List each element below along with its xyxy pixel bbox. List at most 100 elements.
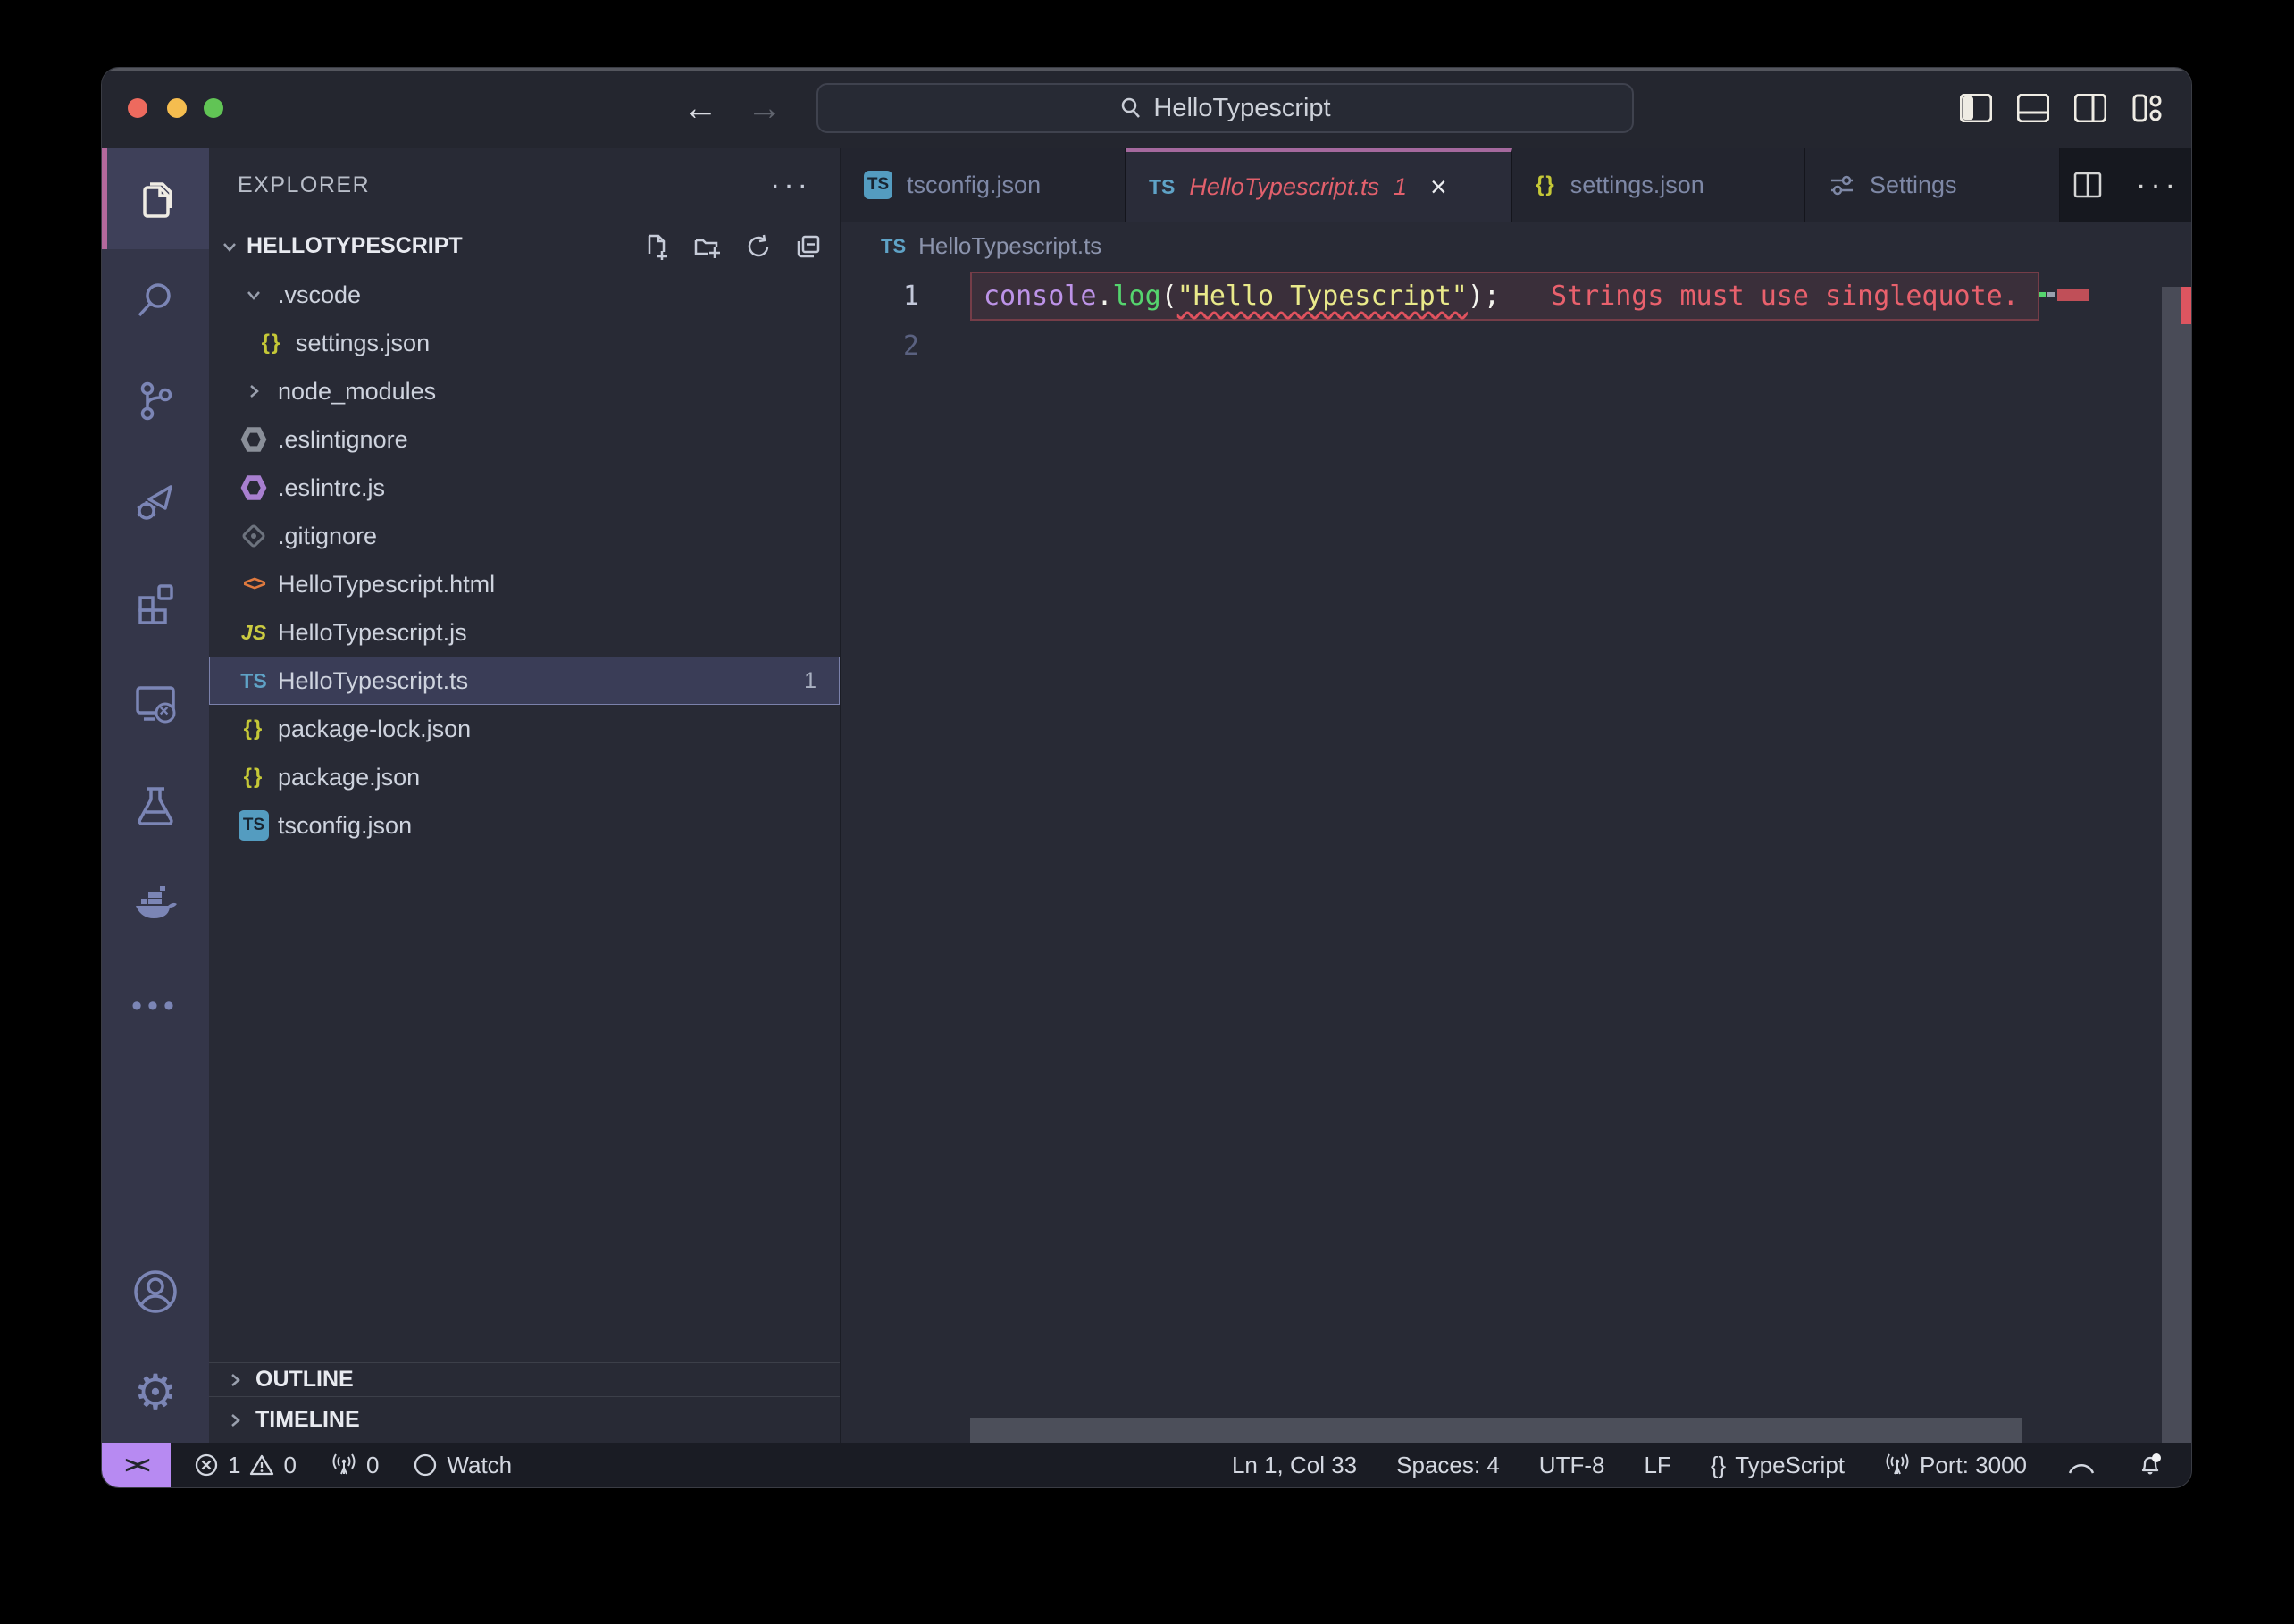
encoding[interactable]: UTF-8 xyxy=(1539,1452,1605,1479)
timeline-label: TIMELINE xyxy=(255,1407,360,1433)
remote-indicator-button[interactable]: >< xyxy=(102,1443,171,1487)
sidebar-title: EXPLORER xyxy=(238,172,370,198)
collapse-all-icon[interactable] xyxy=(795,233,822,260)
account-icon xyxy=(131,1268,180,1316)
code-editor[interactable]: 1 console.log("Hello Typescript");String… xyxy=(841,271,2191,1443)
tree-item-hellotypescript-ts[interactable]: TS HelloTypescript.ts 1 xyxy=(209,657,840,705)
workspace-section-header[interactable]: HELLOTYPESCRIPT xyxy=(209,222,840,271)
port-label: Port: 3000 xyxy=(1920,1452,2027,1479)
close-window-button[interactable] xyxy=(128,98,147,118)
tree-item-vscode-folder[interactable]: .vscode xyxy=(209,271,840,319)
split-editor-icon[interactable] xyxy=(2072,169,2104,201)
remote-explorer-icon xyxy=(131,680,180,728)
indentation[interactable]: Spaces: 4 xyxy=(1396,1452,1500,1479)
line-number-2: 2 xyxy=(841,331,919,362)
sync-arc-icon[interactable] xyxy=(2066,1453,2097,1477)
file-name: HelloTypescript.js xyxy=(278,619,467,647)
file-name: .gitignore xyxy=(278,523,377,550)
file-name: package.json xyxy=(278,764,420,791)
port-indicator[interactable]: Port: 3000 xyxy=(1884,1452,2027,1479)
toggle-primary-sidebar-icon[interactable] xyxy=(1960,94,1992,122)
html-icon: <> xyxy=(239,572,269,597)
tree-item-package-lock-json[interactable]: {} package-lock.json xyxy=(209,705,840,753)
watch-label: Watch xyxy=(447,1452,512,1479)
activity-run-debug[interactable] xyxy=(102,451,209,552)
token-log: log xyxy=(1113,280,1161,312)
toggle-secondary-sidebar-icon[interactable] xyxy=(2074,94,2106,122)
run-debug-icon xyxy=(131,478,180,526)
language-mode[interactable]: {} TypeScript xyxy=(1711,1452,1845,1479)
json-icon: {} xyxy=(239,765,269,790)
warning-count: 0 xyxy=(283,1452,296,1479)
overview-error-mark xyxy=(2181,287,2191,324)
explorer-more-actions[interactable]: ··· xyxy=(770,168,811,203)
chevron-down-icon xyxy=(220,237,239,256)
notifications-bell-icon[interactable] xyxy=(2136,1451,2164,1479)
timeline-section-header[interactable]: TIMELINE xyxy=(209,1396,840,1443)
breadcrumb[interactable]: TS HelloTypescript.ts xyxy=(841,222,2191,271)
activity-search[interactable] xyxy=(102,249,209,350)
eslint-icon xyxy=(240,474,267,501)
watch-indicator[interactable]: Watch xyxy=(413,1452,512,1479)
outline-section-header[interactable]: OUTLINE xyxy=(209,1362,840,1396)
file-name: .eslintrc.js xyxy=(278,474,385,502)
tab-hellotypescript-ts[interactable]: TS HelloTypescript.ts 1 × xyxy=(1126,148,1512,222)
tab-settings-json[interactable]: {} settings.json xyxy=(1512,148,1805,222)
explorer-sidebar: EXPLORER ··· HELLOTYPESCRIPT xyxy=(209,148,841,1443)
broadcast-indicator[interactable]: 0 xyxy=(331,1452,379,1479)
outline-label: OUTLINE xyxy=(255,1367,354,1393)
tree-item-hellotypescript-html[interactable]: <> HelloTypescript.html xyxy=(209,560,840,608)
file-tree: .vscode {} settings.json node_modules .e… xyxy=(209,271,840,1362)
activity-docker[interactable] xyxy=(102,855,209,956)
tree-item-package-json[interactable]: {} package.json xyxy=(209,753,840,801)
activity-source-control[interactable] xyxy=(102,350,209,451)
editor-group: TS tsconfig.json TS HelloTypescript.ts 1… xyxy=(841,148,2191,1443)
tree-item-settings-json[interactable]: {} settings.json xyxy=(209,319,840,367)
activity-more[interactable]: ••• xyxy=(102,956,209,1057)
tree-item-node-modules[interactable]: node_modules xyxy=(209,367,840,415)
refresh-icon[interactable] xyxy=(745,233,772,260)
settings-gear-button[interactable]: ⚙ xyxy=(102,1342,209,1443)
chevron-right-icon xyxy=(225,1370,245,1390)
command-center-search[interactable]: HelloTypescript xyxy=(816,83,1634,133)
json-icon: {} xyxy=(256,331,287,356)
navigate-forward-icon[interactable]: → xyxy=(747,68,783,148)
activity-remote-explorer[interactable] xyxy=(102,653,209,754)
tab-tsconfig-json[interactable]: TS tsconfig.json xyxy=(841,148,1126,222)
json-icon: {} xyxy=(1536,172,1556,197)
tree-item-eslintrc[interactable]: .eslintrc.js xyxy=(209,464,840,512)
tree-item-hellotypescript-js[interactable]: JS HelloTypescript.js xyxy=(209,608,840,657)
problems-indicator[interactable]: 1 0 xyxy=(194,1452,297,1479)
inline-error-message: Strings must use singlequote. xyxy=(1551,280,2019,312)
files-icon xyxy=(132,176,179,222)
tab-settings-ui[interactable]: Settings xyxy=(1805,148,2060,222)
zoom-window-button[interactable] xyxy=(204,98,223,118)
navigate-back-icon[interactable]: ← xyxy=(682,68,718,148)
json-icon: {} xyxy=(239,716,269,741)
cursor-position[interactable]: Ln 1, Col 33 xyxy=(1232,1452,1357,1479)
tree-item-gitignore[interactable]: .gitignore xyxy=(209,512,840,560)
gear-icon: ⚙ xyxy=(134,1369,177,1417)
minimap[interactable] xyxy=(2039,289,2093,301)
more-actions-icon[interactable]: ··· xyxy=(2136,168,2180,203)
eol-sequence[interactable]: LF xyxy=(1644,1452,1670,1479)
minimize-window-button[interactable] xyxy=(167,98,187,118)
close-tab-icon[interactable]: × xyxy=(1430,171,1447,204)
horizontal-scrollbar[interactable] xyxy=(970,1418,2022,1443)
vertical-scrollbar[interactable] xyxy=(2162,287,2191,1443)
activity-testing[interactable] xyxy=(102,754,209,855)
error-count: 1 xyxy=(228,1452,240,1479)
accounts-button[interactable] xyxy=(102,1241,209,1342)
tree-item-eslintignore[interactable]: .eslintignore xyxy=(209,415,840,464)
new-folder-icon[interactable] xyxy=(693,233,722,260)
braces-icon: {} xyxy=(1711,1452,1726,1479)
ellipsis-icon: ••• xyxy=(131,989,180,1024)
new-file-icon[interactable] xyxy=(643,233,670,260)
activity-explorer[interactable] xyxy=(102,148,209,249)
git-icon xyxy=(241,523,266,548)
activity-extensions[interactable] xyxy=(102,552,209,653)
tsconfig-icon: TS xyxy=(864,171,892,199)
toggle-panel-icon[interactable] xyxy=(2017,94,2049,122)
customize-layout-icon[interactable] xyxy=(2131,94,2164,122)
tree-item-tsconfig-json[interactable]: TS tsconfig.json xyxy=(209,801,840,850)
